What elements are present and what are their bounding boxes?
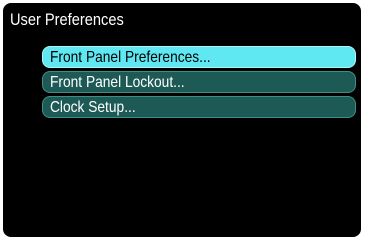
menu-item-front-panel-lockout[interactable]: Front Panel Lockout... [42,71,356,93]
menu-item-label: Front Panel Lockout... [50,74,185,91]
instrument-screen: User Preferences Front Panel Preferences… [3,3,361,237]
menu-item-label: Clock Setup... [50,99,136,116]
menu-item-clock-setup[interactable]: Clock Setup... [42,96,356,118]
menu-item-front-panel-preferences[interactable]: Front Panel Preferences... [42,46,356,68]
menu-item-label: Front Panel Preferences... [50,49,211,66]
preferences-menu: Front Panel Preferences... Front Panel L… [42,46,356,121]
screen-title: User Preferences [10,10,124,29]
